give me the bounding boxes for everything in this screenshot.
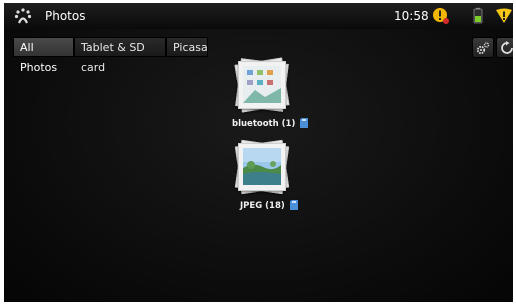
settings-icon bbox=[476, 41, 490, 54]
album-count: (18) bbox=[265, 201, 285, 211]
photos-app-icon bbox=[14, 8, 32, 24]
battery-icon bbox=[473, 7, 483, 24]
album-name: bluetooth bbox=[232, 119, 279, 129]
tab-all-photos[interactable]: All Photos bbox=[13, 37, 74, 74]
album-jpeg[interactable]: JPEG (18) bbox=[226, 139, 316, 215]
album-thumbnail bbox=[238, 143, 286, 191]
thumbnail-image bbox=[243, 66, 281, 103]
photos-screen: Photos 10:58 All Photos Tablet & SD card… bbox=[4, 3, 513, 302]
settings-button[interactable] bbox=[472, 37, 494, 58]
app-title: Photos bbox=[45, 9, 86, 23]
album-thumbnail bbox=[238, 61, 286, 109]
sd-card-icon bbox=[289, 200, 298, 210]
album-label: JPEG (18) bbox=[240, 200, 298, 211]
toolbar: All Photos Tablet & SD card Picasa bbox=[4, 37, 513, 74]
tab-tablet-sd-card[interactable]: Tablet & SD card bbox=[74, 37, 166, 74]
album-name: JPEG bbox=[240, 201, 263, 211]
album-bluetooth[interactable]: bluetooth (1) bbox=[226, 57, 316, 133]
tab-picasa[interactable]: Picasa bbox=[166, 37, 208, 57]
warning-icon[interactable] bbox=[495, 7, 513, 25]
refresh-button[interactable] bbox=[496, 37, 513, 58]
alert-icon[interactable] bbox=[432, 7, 450, 25]
clock: 10:58 bbox=[394, 9, 429, 23]
thumbnail-image bbox=[243, 148, 281, 185]
status-bar: Photos 10:58 bbox=[4, 3, 513, 29]
sd-card-icon bbox=[300, 118, 309, 128]
album-count: (1) bbox=[281, 119, 296, 129]
refresh-icon bbox=[501, 40, 513, 54]
album-label: bluetooth (1) bbox=[232, 118, 309, 129]
